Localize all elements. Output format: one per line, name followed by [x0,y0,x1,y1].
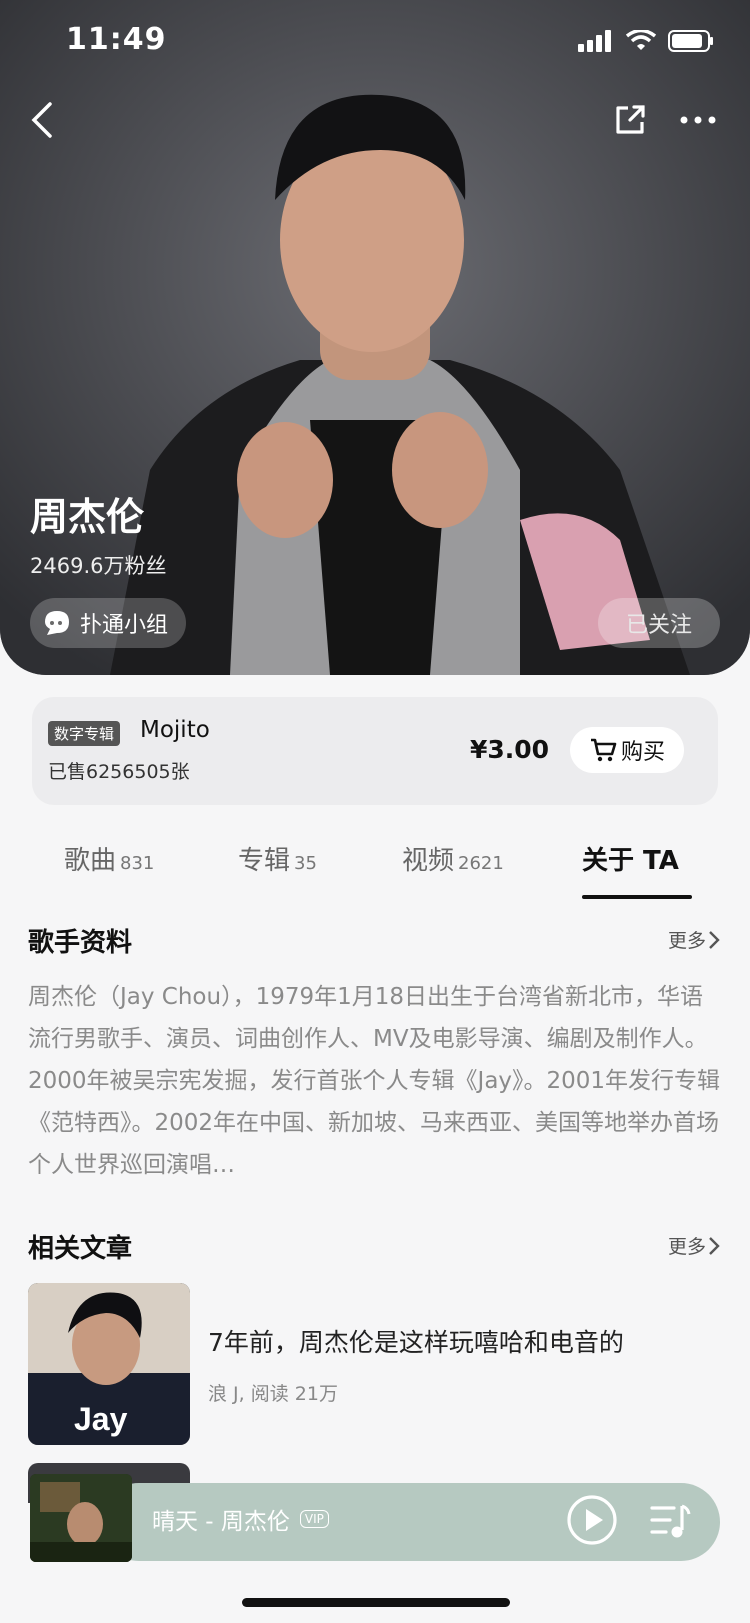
play-icon [567,1495,617,1545]
status-time: 11:49 [66,22,167,57]
fan-group-button[interactable]: 扑通小组 [30,598,187,648]
profile-more-link[interactable]: 更多 [668,926,720,953]
album-tag: 数字专辑 [48,721,121,746]
playlist-button[interactable] [648,1500,692,1542]
signal-icon [578,30,611,52]
article-thumbnail: Jay [28,1283,190,1445]
more-button[interactable] [672,94,724,146]
artist-name: 周杰伦 [30,495,145,539]
tab-videos-label: 视频 [402,846,455,876]
chevron-right-icon [709,930,720,949]
follow-label: 已关注 [625,613,692,638]
tab-albums[interactable]: 专辑 35 [238,840,317,877]
more-dots-icon [680,116,716,124]
cart-icon [590,738,617,762]
article-title: 7年前，周杰伦是这样玩嘻哈和电音的 [208,1328,624,1357]
chevron-left-icon [31,102,52,138]
song-title: 晴天 - 周杰伦 [152,1509,290,1535]
article-item[interactable]: Jay 7年前，周杰伦是这样玩嘻哈和电音的 浪 J, 阅读 21万 [28,1283,722,1445]
chat-bubble-icon [45,611,69,635]
tab-songs-label: 歌曲 [64,846,117,876]
articles-section-title: 相关文章 [28,1234,133,1264]
now-playing-song: 晴天 - 周杰伦 VIP [152,1502,329,1536]
playlist-icon [650,1504,691,1538]
share-icon [616,105,645,134]
tab-songs[interactable]: 歌曲 831 [64,840,154,877]
profile-section-title: 歌手资料 [28,928,133,958]
home-indicator[interactable] [242,1598,510,1607]
buy-label: 购买 [620,740,665,765]
profile-more-label: 更多 [667,930,706,952]
play-button[interactable] [566,1494,618,1546]
tab-about-label: 关于 TA [582,846,679,876]
articles-more-link[interactable]: 更多 [668,1232,720,1259]
tab-videos[interactable]: 视频 2621 [402,840,504,877]
now-playing-cover[interactable] [30,1474,132,1562]
back-button[interactable] [16,94,68,146]
tab-songs-count: 831 [120,853,155,874]
tab-videos-count: 2621 [458,853,504,874]
article-thumb-text: Jay [74,1401,128,1437]
artist-bio[interactable]: 周杰伦（Jay Chou），1979年1月18日出生于台湾省新北市，华语流行男歌… [28,976,722,1186]
articles-more-label: 更多 [667,1236,706,1258]
chevron-right-icon [709,1236,720,1255]
vip-badge: VIP [299,1510,329,1528]
wifi-icon [626,30,656,50]
digital-album-card[interactable]: 数字专辑 Mojito 已售6256505张 ¥3.00 购买 [32,697,718,805]
fan-group-label: 扑通小组 [80,613,169,638]
album-price: ¥3.00 [470,735,550,764]
article-meta: 浪 J, 阅读 21万 [208,1383,338,1405]
album-sold-count: 已售6256505张 [48,761,190,783]
artist-hero: 11:49 周杰伦 2469.6万粉丝 扑通小组 已关注 [0,0,750,675]
album-name: Mojito [140,717,210,743]
share-button[interactable] [604,94,656,146]
follow-button[interactable]: 已关注 [598,598,720,648]
fan-count: 2469.6万粉丝 [30,554,167,578]
tab-albums-label: 专辑 [238,846,291,876]
battery-icon [668,30,713,52]
buy-button[interactable]: 购买 [570,727,684,773]
tab-albums-count: 35 [294,853,317,874]
active-tab-indicator [582,895,692,899]
tab-about[interactable]: 关于 TA [582,840,679,877]
status-bar: 11:49 [0,22,750,62]
